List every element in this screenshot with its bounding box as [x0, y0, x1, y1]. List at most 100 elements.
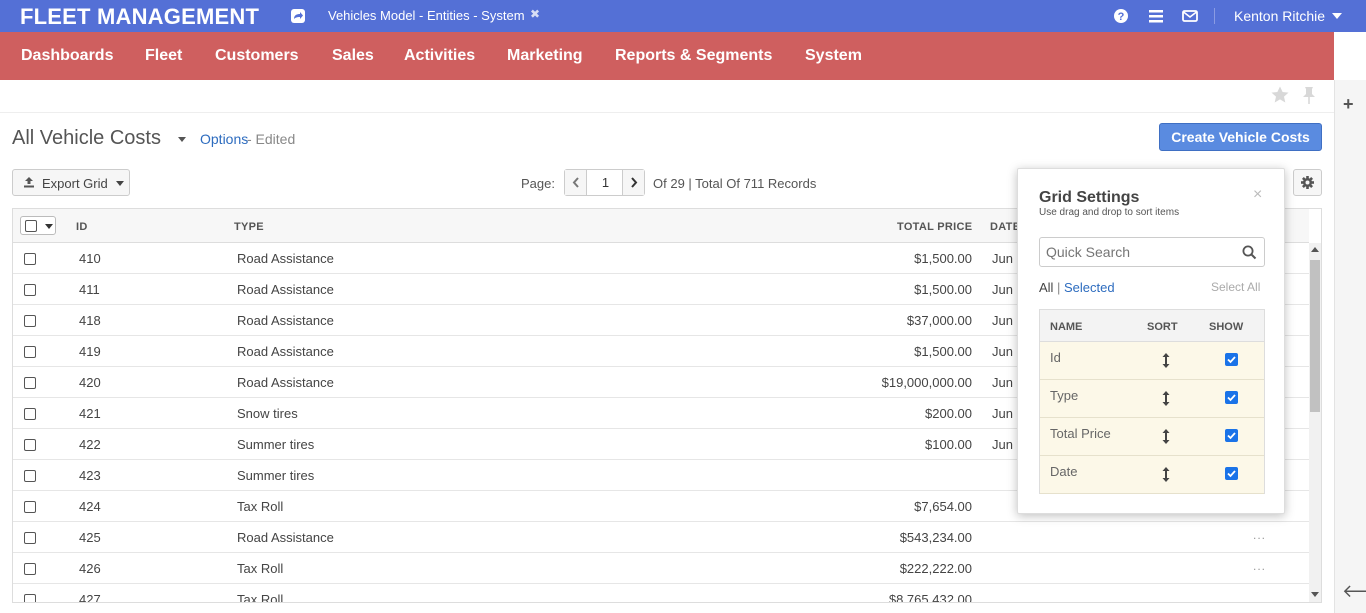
- nav-marketing[interactable]: Marketing: [507, 47, 583, 65]
- user-menu[interactable]: Kenton Ritchie: [1234, 8, 1325, 24]
- add-icon[interactable]: +: [1343, 94, 1354, 115]
- share-icon[interactable]: [291, 9, 305, 23]
- drag-handle-icon[interactable]: [1161, 428, 1171, 445]
- grid-settings-button[interactable]: [1293, 169, 1322, 196]
- chevron-down-icon[interactable]: [178, 137, 186, 142]
- app-brand[interactable]: FLEET MANAGEMENT: [20, 4, 259, 30]
- cell-total-price: $7,654.00: [914, 499, 972, 514]
- pin-bar: [0, 80, 1334, 113]
- column-item[interactable]: Id: [1040, 342, 1264, 380]
- nav-customers[interactable]: Customers: [215, 47, 299, 65]
- drag-handle-icon[interactable]: [1161, 352, 1171, 369]
- next-page-button[interactable]: [622, 170, 644, 195]
- nav-reports-segments[interactable]: Reports & Segments: [615, 47, 772, 65]
- filter-selected[interactable]: Selected: [1064, 280, 1115, 295]
- column-header-total-price[interactable]: TOTAL PRICE: [897, 221, 972, 233]
- cell-date: Jun 2: [992, 282, 1018, 297]
- drag-handle-icon[interactable]: [1161, 390, 1171, 407]
- gear-icon: [1301, 176, 1314, 189]
- header-show: SHOW: [1209, 321, 1244, 333]
- row-checkbox[interactable]: [24, 377, 36, 389]
- breadcrumb-close-icon[interactable]: ✖: [530, 7, 540, 21]
- cell-total-price: $1,500.00: [914, 282, 972, 297]
- top-bar: FLEET MANAGEMENT Vehicles Model - Entiti…: [0, 0, 1366, 32]
- page-label: Page:: [521, 176, 555, 191]
- row-checkbox[interactable]: [24, 346, 36, 358]
- cell-id: 422: [79, 437, 101, 452]
- mass-select-dropdown[interactable]: [20, 216, 56, 235]
- column-item[interactable]: Type: [1040, 380, 1264, 418]
- cell-date: Jun: [992, 437, 1013, 452]
- cell-id: 410: [79, 251, 101, 266]
- mail-icon[interactable]: [1182, 8, 1198, 24]
- page-title[interactable]: All Vehicle Costs: [12, 127, 161, 150]
- filter-all[interactable]: All: [1039, 280, 1053, 295]
- column-header-id[interactable]: ID: [76, 221, 88, 233]
- breadcrumb[interactable]: Vehicles Model - Entities - System: [328, 8, 525, 23]
- scrollbar-thumb[interactable]: [1310, 260, 1320, 412]
- row-checkbox[interactable]: [24, 408, 36, 420]
- column-header-date[interactable]: DATE: [990, 221, 1020, 233]
- select-all-link[interactable]: Select All: [1211, 280, 1260, 294]
- scroll-up-icon[interactable]: [1311, 247, 1319, 252]
- select-all-checkbox[interactable]: [25, 220, 37, 232]
- row-actions-button[interactable]: ...: [1253, 528, 1266, 542]
- chevron-down-icon[interactable]: [1332, 13, 1342, 19]
- options-link[interactable]: Options: [200, 131, 248, 147]
- row-checkbox[interactable]: [24, 594, 36, 602]
- show-checkbox[interactable]: [1225, 353, 1238, 366]
- star-icon[interactable]: [1270, 85, 1290, 105]
- row-checkbox[interactable]: [24, 501, 36, 513]
- cell-id: 418: [79, 313, 101, 328]
- nav-system[interactable]: System: [805, 47, 862, 65]
- svg-text:?: ?: [1118, 11, 1125, 23]
- scroll-down-icon[interactable]: [1311, 592, 1319, 597]
- row-checkbox[interactable]: [24, 253, 36, 265]
- drag-handle-icon[interactable]: [1161, 466, 1171, 483]
- cell-date: Jun 2: [992, 344, 1018, 359]
- export-grid-button[interactable]: Export Grid: [12, 169, 130, 196]
- cell-type: Tax Roll: [237, 499, 284, 514]
- column-header-type[interactable]: TYPE: [234, 221, 264, 233]
- row-checkbox[interactable]: [24, 284, 36, 296]
- page-number-input[interactable]: [588, 170, 623, 195]
- row-checkbox[interactable]: [24, 532, 36, 544]
- cell-date: Jun 2: [992, 313, 1018, 328]
- grid-scrollbar[interactable]: [1309, 243, 1321, 602]
- column-item[interactable]: Total Price: [1040, 418, 1264, 456]
- nav-fleet[interactable]: Fleet: [145, 47, 182, 65]
- table-row[interactable]: 425 Road Assistance $543,234.00 ...: [13, 522, 1309, 553]
- column-item-name: Id: [1050, 350, 1061, 365]
- main-nav: Dashboards Fleet Customers Sales Activit…: [0, 32, 1334, 80]
- pin-icon[interactable]: [1300, 85, 1318, 105]
- column-item[interactable]: Date: [1040, 456, 1264, 494]
- show-checkbox[interactable]: [1225, 391, 1238, 404]
- row-checkbox[interactable]: [24, 470, 36, 482]
- arrow-left-icon[interactable]: 🡐: [1342, 581, 1366, 602]
- search-icon[interactable]: [1242, 245, 1257, 260]
- row-actions-button[interactable]: ...: [1253, 559, 1266, 573]
- chevron-down-icon[interactable]: [45, 224, 53, 229]
- show-checkbox[interactable]: [1225, 467, 1238, 480]
- create-vehicle-costs-button[interactable]: Create Vehicle Costs: [1159, 123, 1322, 151]
- row-checkbox[interactable]: [24, 563, 36, 575]
- table-row[interactable]: 427 Tax Roll $8,765,432.00: [13, 584, 1309, 602]
- row-checkbox[interactable]: [24, 315, 36, 327]
- row-checkbox[interactable]: [24, 439, 36, 451]
- help-icon[interactable]: ?: [1113, 8, 1129, 24]
- cell-id: 411: [79, 282, 100, 297]
- nav-dashboards[interactable]: Dashboards: [21, 47, 113, 65]
- nav-activities[interactable]: Activities: [404, 47, 475, 65]
- table-row[interactable]: 426 Tax Roll $222,222.00 ...: [13, 553, 1309, 584]
- cell-total-price: $1,500.00: [914, 344, 972, 359]
- cell-total-price: $222,222.00: [899, 561, 972, 576]
- quick-search-input[interactable]: [1039, 237, 1265, 267]
- previous-page-button[interactable]: [565, 170, 587, 195]
- nav-sales[interactable]: Sales: [332, 47, 374, 65]
- close-icon[interactable]: ×: [1253, 186, 1262, 204]
- cell-total-price: $1,500.00: [914, 251, 972, 266]
- filter-separator: |: [1057, 280, 1061, 295]
- chevron-down-icon: [116, 181, 124, 186]
- show-checkbox[interactable]: [1225, 429, 1238, 442]
- menu-icon[interactable]: [1148, 8, 1164, 24]
